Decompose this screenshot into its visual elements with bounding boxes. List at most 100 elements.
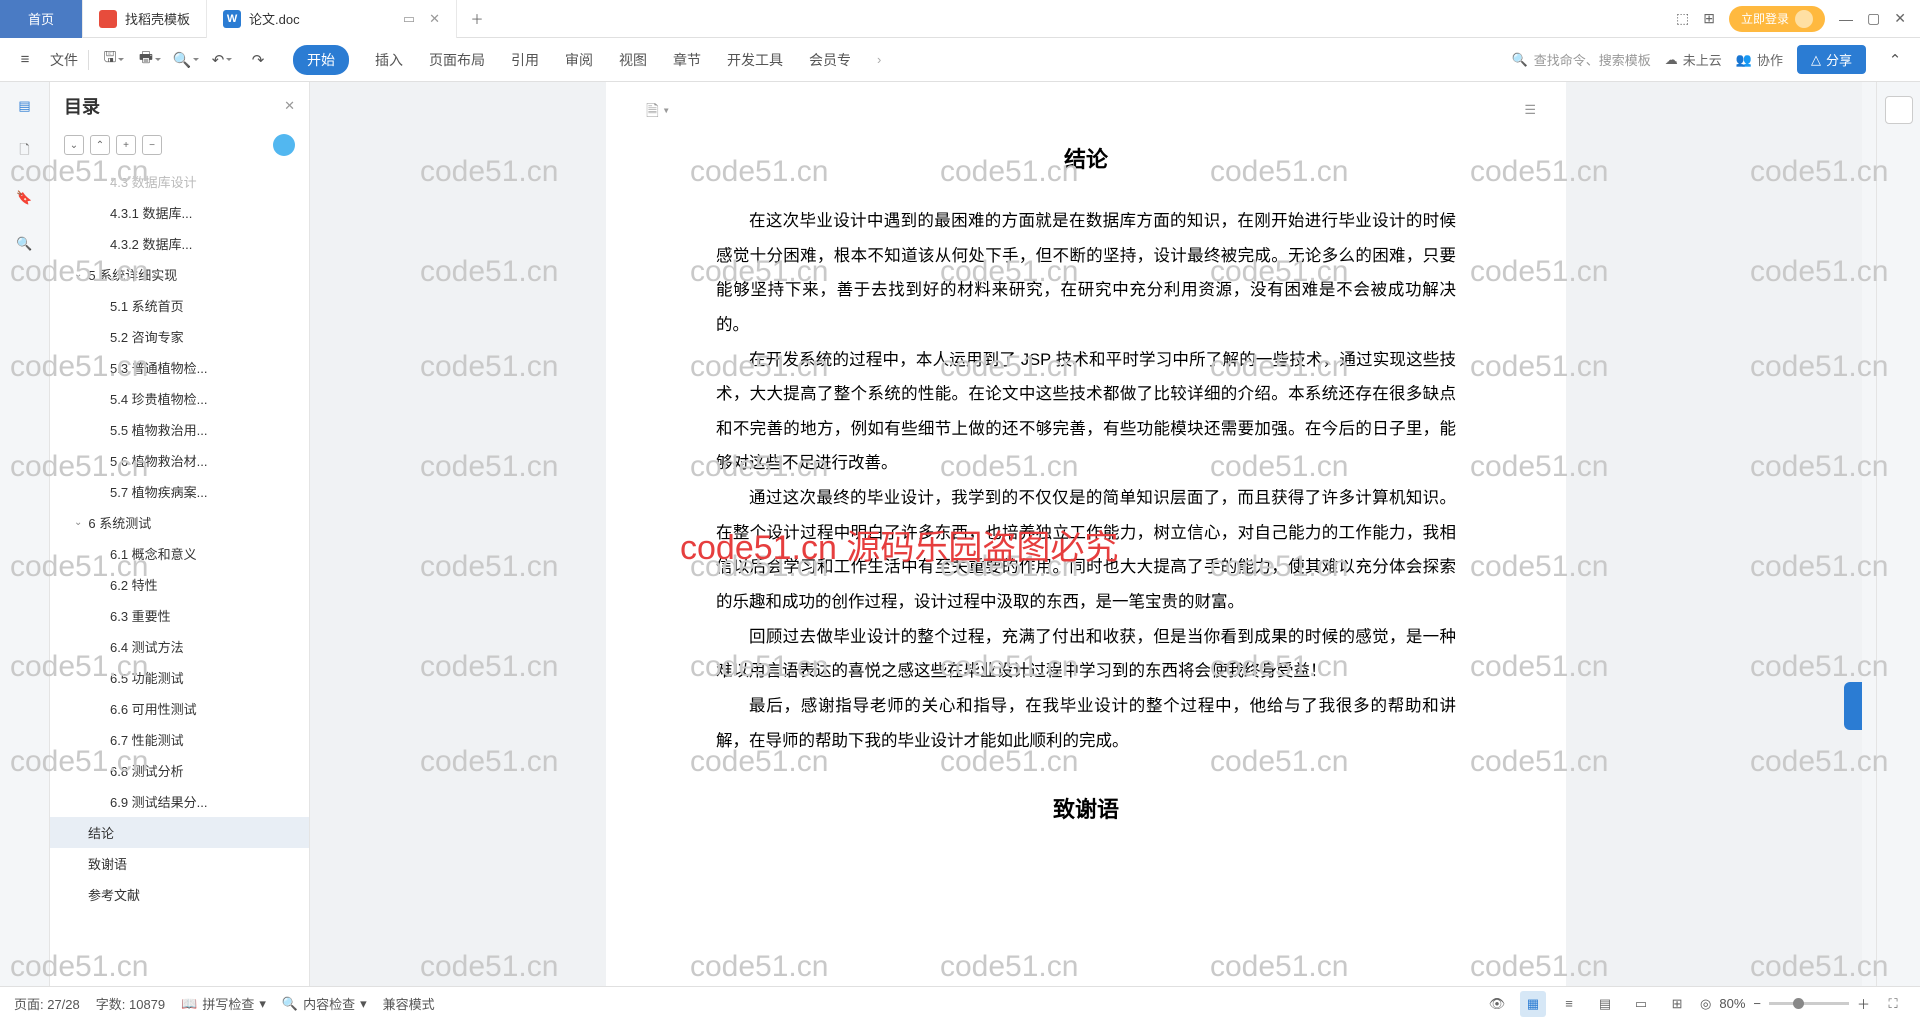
spellcheck-button[interactable]: 📖拼写检查 ▾ [181,994,266,1013]
close-button[interactable]: ✕ [1894,10,1906,27]
contentcheck-icon: 🔍 [282,996,298,1012]
save-icon[interactable]: 🖫 [99,45,129,75]
outline-item[interactable]: 4.3.1 数据库... [50,197,309,228]
side-tab-handle[interactable] [1844,682,1862,730]
menu-reference[interactable]: 引用 [511,50,539,70]
bookmark-rail-icon[interactable]: 🔖 [13,186,37,210]
outline-item[interactable]: ⌄6 系统测试 [50,507,309,538]
webview-icon[interactable]: ▤ [1592,991,1618,1017]
word-count[interactable]: 字数: 10879 [96,994,165,1013]
command-search[interactable]: 🔍 查找命令、搜索模板 [1512,50,1651,69]
outline-item[interactable]: 6.9 测试结果分... [50,786,309,817]
menu-member[interactable]: 会员专 [809,50,851,70]
collapse-ribbon-icon[interactable]: ⌃ [1880,45,1910,75]
document-area[interactable]: 🗎 ▾ ☰ 结论 在这次毕业设计中遇到的最困难的方面就是在数据库方面的知识，在刚… [310,82,1862,986]
outline-item[interactable]: 结论 [50,817,309,848]
contentcheck-button[interactable]: 🔍内容检查 ▾ [282,994,367,1013]
menu-start[interactable]: 开始 [293,45,349,75]
pageview-icon[interactable]: ▦ [1520,991,1546,1017]
vertical-scrollbar[interactable] [1862,82,1876,986]
outline-item[interactable]: 6.1 概念和意义 [50,538,309,569]
compat-mode[interactable]: 兼容模式 [383,994,435,1013]
add-tab-button[interactable]: ＋ [457,9,497,28]
outline-item[interactable]: 参考文献 [50,879,309,910]
outline-title: 目录 [64,93,100,119]
maximize-button[interactable]: ▢ [1867,10,1880,27]
paragraph: 最后，感谢指导老师的关心和指导，在我毕业设计的整个过程中，他给与了我很多的帮助和… [716,689,1456,758]
menu-section[interactable]: 章节 [673,50,701,70]
login-button[interactable]: 立即登录 [1729,6,1825,32]
page-format-icon[interactable]: ☰ [1524,102,1536,118]
zoom-control[interactable]: ◎ 80% − ＋ [1700,994,1870,1013]
draftview-icon[interactable]: ▭ [1628,991,1654,1017]
file-menu[interactable]: 文件 [50,50,78,70]
page-nav-icon[interactable]: 🗎 ▾ [646,100,669,127]
zoom-in-button[interactable]: ＋ [1857,994,1870,1013]
splitview-icon[interactable]: ⊞ [1664,991,1690,1017]
outline-item[interactable]: 6.4 测试方法 [50,631,309,662]
outlineview-icon[interactable]: ≡ [1556,991,1582,1017]
outline-item[interactable]: 致谢语 [50,848,309,879]
status-bar: 页面: 27/28 字数: 10879 📖拼写检查 ▾ 🔍内容检查 ▾ 兼容模式… [0,986,1920,1020]
undo-icon[interactable]: ↶ [207,45,237,75]
outline-item[interactable]: 6.7 性能测试 [50,724,309,755]
page-indicator[interactable]: 页面: 27/28 [14,994,80,1013]
search-icon: 🔍 [1512,52,1528,68]
menu-review[interactable]: 审阅 [565,50,593,70]
expand-all-button[interactable]: ⌃ [90,135,110,155]
page: 🗎 ▾ ☰ 结论 在这次毕业设计中遇到的最困难的方面就是在数据库方面的知识，在刚… [606,82,1566,986]
menu-icon[interactable]: ≡ [10,45,40,75]
menu-insert[interactable]: 插入 [375,50,403,70]
fullscreen-icon[interactable]: ⛶ [1880,991,1906,1017]
redo-icon[interactable]: ↷ [243,45,273,75]
outline-item[interactable]: 5.1 系统首页 [50,290,309,321]
add-heading-button[interactable]: + [116,135,136,155]
zoom-reset-icon[interactable]: ◎ [1700,996,1711,1012]
outline-list[interactable]: 4.3 数据库设计4.3.1 数据库...4.3.2 数据库...⌄5 系统详细… [50,166,309,986]
rightrail-button[interactable] [1885,96,1913,124]
cloud-status[interactable]: ☁未上云 [1665,50,1722,69]
tab-templates[interactable]: 找稻壳模板 [83,0,207,38]
paragraph: 在开发系统的过程中，本人运用到了 JSP 技术和平时学习中所了解的一些技术，通过… [716,343,1456,482]
outline-item[interactable]: 5.3 普通植物检... [50,352,309,383]
clip-rail-icon[interactable]: 🗋 [13,140,37,164]
outline-item[interactable]: 6.6 可用性测试 [50,693,309,724]
tab-window-icon[interactable]: ▭ [403,11,415,27]
outline-item[interactable]: 5.6 植物救治材... [50,445,309,476]
ribbon-menu: 开始 插入 页面布局 引用 审阅 视图 章节 开发工具 会员专 › [293,45,881,75]
outline-item[interactable]: 5.2 咨询专家 [50,321,309,352]
collab-button[interactable]: 👥协作 [1736,50,1783,69]
apps-icon[interactable]: ⊞ [1703,10,1715,27]
outline-item[interactable]: 5.4 珍贵植物检... [50,383,309,414]
outline-rail-icon[interactable]: ▤ [13,94,37,118]
outline-item[interactable]: 6.2 特性 [50,569,309,600]
menu-more-icon[interactable]: › [877,52,881,67]
share-button[interactable]: △分享 [1797,45,1866,74]
collapse-all-button[interactable]: ⌄ [64,135,84,155]
outline-item[interactable]: 4.3 数据库设计 [50,166,309,197]
find-rail-icon[interactable]: 🔍 [13,232,37,256]
outline-toolbar: ⌄ ⌃ + − [50,130,309,166]
menu-layout[interactable]: 页面布局 [429,50,485,70]
outline-item[interactable]: 6.8 测试分析 [50,755,309,786]
minimize-button[interactable]: ― [1839,11,1853,27]
preview-icon[interactable]: 🔍 [171,45,201,75]
outline-item[interactable]: 5.7 植物疾病案... [50,476,309,507]
menu-view[interactable]: 视图 [619,50,647,70]
outline-item[interactable]: 5.5 植物救治用... [50,414,309,445]
layout-icon[interactable]: ⬚ [1676,10,1689,27]
remove-heading-button[interactable]: − [142,135,162,155]
outline-item[interactable]: 6.3 重要性 [50,600,309,631]
outline-item[interactable]: ⌄5 系统详细实现 [50,259,309,290]
outline-item[interactable]: 6.5 功能测试 [50,662,309,693]
sync-button[interactable] [273,134,295,156]
menu-devtools[interactable]: 开发工具 [727,50,783,70]
readmode-icon[interactable]: 👁 [1484,991,1510,1017]
zoom-out-button[interactable]: − [1753,996,1761,1011]
tab-close-icon[interactable]: ✕ [429,11,440,27]
outline-item[interactable]: 4.3.2 数据库... [50,228,309,259]
outline-close-icon[interactable]: ✕ [284,98,295,114]
print-icon[interactable]: 🖶 [135,45,165,75]
tab-document[interactable]: W论文.doc ▭ ✕ [207,0,457,38]
tab-home[interactable]: 首页 [0,0,83,38]
